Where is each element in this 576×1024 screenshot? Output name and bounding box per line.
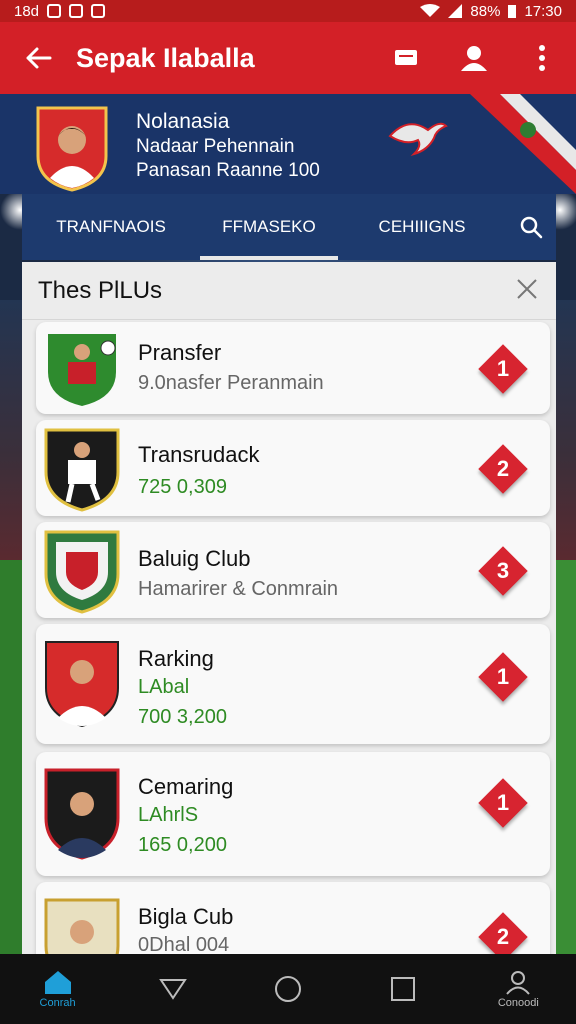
- team-crest: [36, 106, 108, 192]
- nav-profile-label: Conoodi: [497, 997, 539, 1009]
- back-arrow-icon: [26, 47, 52, 69]
- list-item[interactable]: Baluig Club Hamarirer & Conmrain 3: [36, 522, 550, 618]
- profile-button[interactable]: [440, 44, 508, 72]
- club-crest-image: [44, 530, 120, 614]
- battery-icon: [508, 5, 517, 18]
- tab-bar: TRANFNAOIS FFMASEKO CEHIIIGNS: [22, 194, 556, 260]
- item-value: 725 0,309: [138, 476, 227, 498]
- panel-title: Thes PlLUs: [38, 276, 163, 304]
- nav-system-home-button[interactable]: [243, 954, 333, 1024]
- rank-badge: 3: [478, 546, 528, 596]
- rank-number: 1: [496, 356, 510, 381]
- close-button[interactable]: [516, 276, 538, 306]
- rank-badge: 1: [478, 652, 528, 702]
- profile-icon: [506, 971, 531, 995]
- list-item[interactable]: Transrudack 725 0,309 2: [36, 420, 550, 516]
- nav-home-label: Conrah: [39, 997, 76, 1009]
- wifi-icon: [420, 4, 441, 17]
- app-title: Sepak Ilaballa: [76, 42, 255, 73]
- app-bar: Sepak Ilaballa: [0, 22, 576, 94]
- rank-number: 1: [496, 664, 510, 689]
- player-badge-image: [44, 898, 120, 962]
- player-badge-image: [44, 428, 120, 512]
- player-badge-image: [48, 334, 116, 406]
- item-value: 165 0,200: [138, 834, 227, 856]
- tab-label: CEHIIIGNS: [378, 217, 466, 236]
- more-vert-icon: [539, 45, 545, 71]
- list-panel: Thes PlLUs Pransfer 9.0nasfer Peranmain …: [22, 262, 556, 962]
- messages-button[interactable]: [372, 48, 440, 68]
- notification-icon: [91, 4, 106, 18]
- item-value: 700 3,200: [138, 706, 227, 728]
- rank-badge: 1: [478, 344, 528, 394]
- list-item[interactable]: Rarking LAbal 700 3,200 1: [36, 624, 550, 744]
- rank-badge: 2: [478, 444, 528, 494]
- list-item[interactable]: Pransfer 9.0nasfer Peranmain 1: [36, 322, 550, 414]
- nav-recents-button[interactable]: [358, 954, 448, 1024]
- status-left-text: 18d: [14, 2, 40, 20]
- eagle-logo: [388, 122, 448, 157]
- player-badge-image: [45, 641, 119, 728]
- notification-icon: [47, 4, 62, 18]
- list-item[interactable]: Cemaring LAhrlS 165 0,200 1: [36, 752, 550, 876]
- item-subtitle: LAbal: [138, 676, 190, 698]
- team-stats: Panasan Raanne 100: [136, 160, 320, 181]
- message-icon: [395, 50, 417, 65]
- nav-back-button[interactable]: [128, 954, 218, 1024]
- person-icon: [461, 46, 487, 71]
- tab-transfers[interactable]: TRANFNAOIS: [22, 194, 200, 260]
- item-title: Bigla Cub: [138, 904, 234, 929]
- clock-text: 17:30: [524, 2, 562, 20]
- item-title: Rarking: [138, 646, 214, 671]
- rank-number: 1: [496, 790, 510, 815]
- team-header: Nolanasia Nadaar Pehennain Panasan Raann…: [0, 94, 576, 194]
- back-button[interactable]: [0, 46, 76, 70]
- item-subtitle: 9.0nasfer Peranmain: [138, 372, 324, 394]
- tab-charts[interactable]: CEHIIIGNS: [338, 194, 506, 260]
- nav-home-button[interactable]: Conrah: [13, 954, 103, 1024]
- team-name: Nolanasia: [136, 110, 230, 133]
- item-title: Transrudack: [138, 442, 260, 467]
- more-options-button[interactable]: [508, 44, 576, 72]
- corner-flag-ribbon: [470, 94, 576, 194]
- signal-icon: [448, 4, 463, 18]
- tab-label: FFMASEKO: [222, 217, 316, 236]
- tab-label: TRANFNAOIS: [56, 217, 166, 236]
- item-title: Baluig Club: [138, 546, 251, 571]
- item-subtitle: LAhrlS: [138, 804, 199, 826]
- close-icon: [517, 278, 537, 299]
- search-icon: [520, 216, 543, 239]
- tab-active[interactable]: FFMASEKO: [200, 194, 338, 260]
- navigation-bar: Conrah Conoodi: [0, 954, 576, 1024]
- item-subtitle: Hamarirer & Conmrain: [138, 578, 339, 600]
- home-icon: [44, 971, 71, 994]
- triangle-back-icon: [158, 979, 187, 1000]
- item-title: Pransfer: [138, 340, 222, 365]
- search-button[interactable]: [506, 215, 556, 239]
- list-item[interactable]: Bigla Cub 0Dhal 004 2: [36, 882, 550, 962]
- rank-number: 2: [496, 456, 510, 481]
- status-bar: 18d 88% 17:30: [0, 0, 576, 22]
- battery-text: 88%: [470, 2, 501, 20]
- notification-icon: [69, 4, 84, 18]
- panel-header: Thes PlLUs: [22, 262, 556, 320]
- player-badge-image: [44, 768, 120, 860]
- circle-home-icon: [274, 976, 301, 1002]
- team-subtitle: Nadaar Pehennain: [136, 136, 295, 157]
- rank-number: 3: [496, 558, 510, 583]
- item-title: Cemaring: [138, 774, 234, 799]
- square-recents-icon: [391, 977, 416, 1001]
- nav-profile-button[interactable]: Conoodi: [473, 954, 563, 1024]
- rank-badge: 1: [478, 778, 528, 828]
